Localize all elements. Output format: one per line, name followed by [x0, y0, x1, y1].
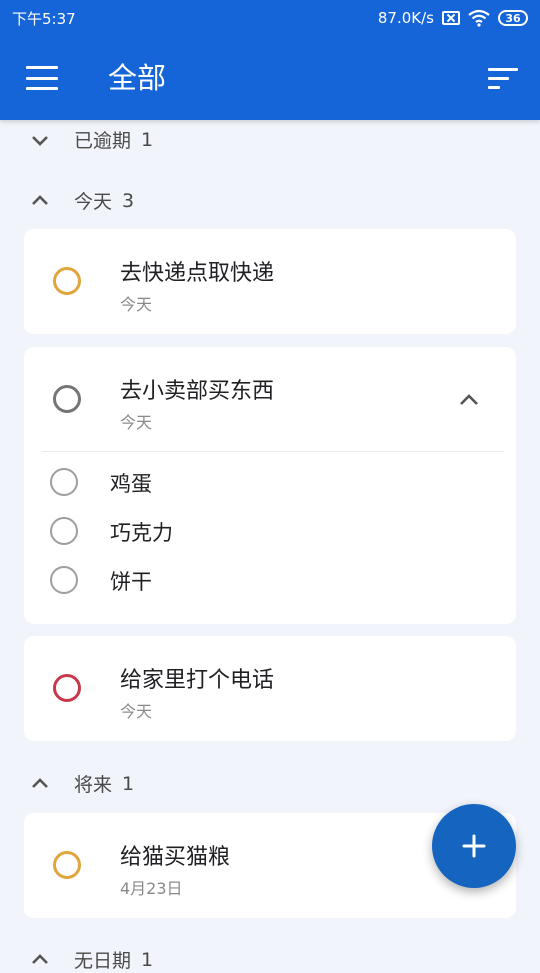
subtask-checkbox[interactable] [50, 566, 78, 594]
subtask-checkbox[interactable] [50, 468, 78, 496]
task-card-express[interactable]: 去快递点取快递 今天 [24, 229, 516, 334]
sim-off-icon [442, 11, 460, 25]
status-bar: 下午5:37 87.0K/s 36 [0, 0, 540, 36]
task-checkbox[interactable] [53, 674, 81, 702]
task-card-call[interactable]: 给家里打个电话 今天 [24, 636, 516, 741]
task-title: 去小卖部买东西 [120, 379, 275, 404]
task-card-store[interactable]: 去小卖部买东西 今天 鸡蛋 巧克力 饼干 [24, 347, 516, 624]
section-count: 1 [141, 128, 154, 151]
task-checkbox[interactable] [53, 267, 81, 295]
task-title: 去快递点取快递 [120, 261, 275, 286]
battery-icon: 36 [498, 10, 528, 26]
sort-icon[interactable] [488, 68, 518, 90]
chevron-down-icon [32, 135, 48, 146]
section-header-today[interactable]: 今天 3 [30, 187, 134, 214]
menu-icon[interactable] [26, 66, 58, 90]
chevron-up-icon[interactable] [458, 389, 480, 411]
task-checkbox[interactable] [53, 385, 81, 413]
section-count: 1 [122, 772, 135, 795]
divider [42, 451, 504, 452]
section-label: 已逾期 [74, 130, 132, 152]
subtask-checkbox[interactable] [50, 517, 78, 545]
chevron-up-icon [32, 777, 48, 788]
battery-level: 36 [505, 11, 521, 25]
chevron-up-icon [32, 194, 48, 205]
section-count: 3 [122, 189, 135, 212]
task-date: 今天 [120, 702, 153, 721]
section-label: 将来 [74, 774, 113, 796]
task-date: 今天 [120, 413, 153, 432]
task-date: 今天 [120, 295, 153, 314]
subtask-label: 巧克力 [110, 521, 173, 545]
section-label: 今天 [74, 191, 113, 213]
section-header-future[interactable]: 将来 1 [30, 770, 134, 797]
network-speed: 87.0K/s [377, 9, 434, 27]
subtask-label: 饼干 [110, 570, 152, 594]
section-header-overdue[interactable]: 已逾期 1 [30, 126, 153, 153]
task-title: 给家里打个电话 [120, 668, 275, 693]
subtask-label: 鸡蛋 [110, 472, 152, 496]
wifi-icon [468, 9, 490, 27]
add-task-button[interactable] [432, 804, 516, 888]
task-checkbox[interactable] [53, 851, 81, 879]
app-bar: 全部 [0, 36, 540, 120]
task-date: 4月23日 [120, 879, 183, 898]
plus-icon [462, 834, 486, 858]
status-icons: 87.0K/s 36 [378, 9, 528, 27]
status-time: 下午5:37 [12, 9, 76, 28]
task-title: 给猫买猫粮 [120, 845, 231, 870]
page-title: 全部 [108, 61, 167, 95]
